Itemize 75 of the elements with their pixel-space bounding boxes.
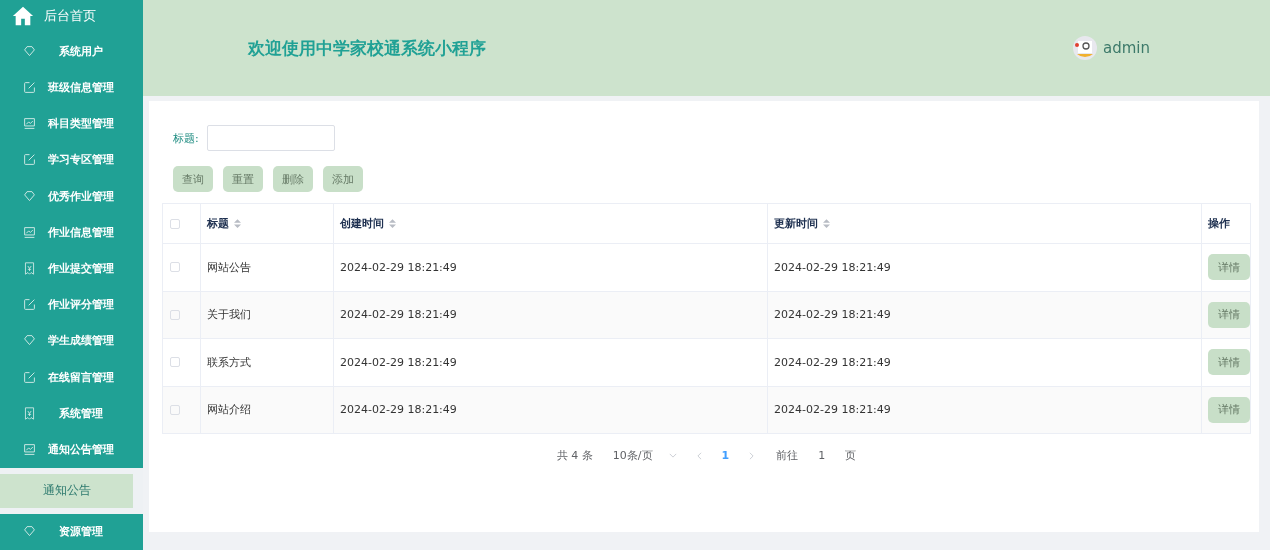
table-cell: 关于我们 <box>207 307 251 323</box>
sort-icon[interactable] <box>823 219 830 228</box>
column-header: 标题 <box>207 216 229 231</box>
table-cell: 2024-02-29 18:21:49 <box>340 355 457 369</box>
edit-icon <box>22 370 36 384</box>
page-suffix: 页 <box>845 448 857 463</box>
home-menu-item[interactable]: 后台首页 <box>0 0 143 33</box>
row-checkbox[interactable] <box>170 309 180 320</box>
menu-item[interactable]: 系统用户 <box>0 32 143 70</box>
table-cell: 2024-02-29 18:21:49 <box>340 308 457 322</box>
action-button[interactable]: 重置 <box>223 166 263 192</box>
chart-icon <box>22 117 36 131</box>
action-button[interactable]: 删除 <box>273 166 313 192</box>
action-button[interactable]: 查询 <box>173 166 213 192</box>
table-cell: 2024-02-29 18:21:49 <box>340 260 457 274</box>
chart-icon <box>22 443 36 457</box>
page-size-select[interactable]: 10条/页 <box>612 448 677 463</box>
chart-icon <box>22 225 36 239</box>
menu-item[interactable]: 资源管理 <box>0 513 143 550</box>
title-input-field[interactable] <box>206 125 335 151</box>
details-button[interactable]: 详情 <box>1208 301 1250 328</box>
edit-icon <box>22 80 36 94</box>
menu-item[interactable]: 在线留言管理 <box>0 359 143 396</box>
diamond-icon <box>22 44 36 58</box>
menu-item[interactable]: 系统管理 <box>0 395 143 432</box>
home-icon <box>12 5 34 28</box>
edit-icon <box>22 298 36 312</box>
details-button[interactable]: 详情 <box>1208 396 1250 423</box>
menu-item[interactable]: 作业评分管理 <box>0 286 143 323</box>
submenu-item[interactable]: 通知公告 <box>0 473 133 508</box>
page-title: 欢迎使用中学家校通系统小程序 <box>248 36 486 60</box>
column-header: 更新时间 <box>774 216 818 231</box>
menu-item[interactable]: 学习专区管理 <box>0 141 143 178</box>
goto-label: 前往 <box>776 448 799 463</box>
menu-item[interactable]: 班级信息管理 <box>0 69 143 106</box>
receipt-icon <box>22 406 36 420</box>
field-label: 标题: <box>173 130 199 146</box>
select-all-checkbox[interactable] <box>170 218 180 229</box>
goto-page-input[interactable]: 1 <box>818 449 826 462</box>
table-cell: 网站介绍 <box>207 402 251 418</box>
table-cell: 2024-02-29 18:21:49 <box>340 403 457 417</box>
row-checkbox[interactable] <box>170 404 180 415</box>
details-button[interactable]: 详情 <box>1208 349 1250 376</box>
table-cell: 联系方式 <box>207 354 251 370</box>
row-checkbox[interactable] <box>170 262 180 273</box>
details-button[interactable]: 详情 <box>1208 254 1250 281</box>
table-cell: 2024-02-29 18:21:49 <box>774 355 891 369</box>
table-cell: 2024-02-29 18:21:49 <box>774 308 891 322</box>
prev-page-icon[interactable] <box>696 451 702 460</box>
menu-item[interactable]: 作业提交管理 <box>0 250 143 287</box>
dropdown-icon <box>668 453 677 458</box>
page-number[interactable]: 1 <box>721 449 730 462</box>
menu-item[interactable]: 学生成绩管理 <box>0 322 143 360</box>
table-cell: 2024-02-29 18:21:49 <box>774 403 891 417</box>
table-cell: 2024-02-29 18:21:49 <box>774 260 891 274</box>
diamond-icon <box>22 189 36 203</box>
action-button[interactable]: 添加 <box>323 166 363 192</box>
sort-icon[interactable] <box>389 219 396 228</box>
row-checkbox[interactable] <box>170 357 180 368</box>
receipt-icon <box>22 261 36 275</box>
menu-item[interactable]: 作业信息管理 <box>0 214 143 251</box>
menu-item[interactable]: 优秀作业管理 <box>0 177 143 215</box>
table-cell: 网站公告 <box>207 259 251 275</box>
username[interactable]: admin <box>1103 39 1150 57</box>
next-page-icon[interactable] <box>749 451 755 460</box>
avatar-icon[interactable] <box>1073 36 1097 60</box>
column-header: 创建时间 <box>340 216 384 231</box>
edit-icon <box>22 153 36 167</box>
total-count: 共 4 条 <box>556 448 593 463</box>
menu-item[interactable]: 通知公告管理 <box>0 431 143 468</box>
diamond-icon <box>22 525 36 539</box>
menu-item[interactable]: 科目类型管理 <box>0 105 143 142</box>
sort-icon[interactable] <box>234 219 241 228</box>
diamond-icon <box>22 334 36 348</box>
column-header: 操作 <box>1208 216 1230 231</box>
